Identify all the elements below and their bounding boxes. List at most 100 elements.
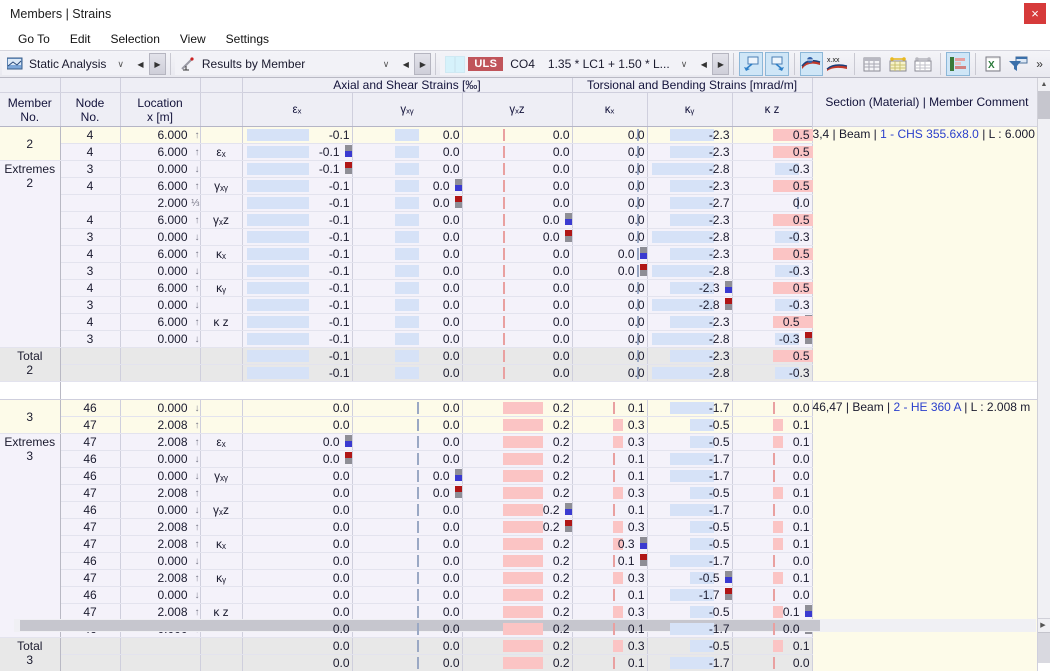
analysis-next-button[interactable]: ▶ <box>149 53 166 75</box>
section-link[interactable]: 1 - CHS 355.6x8.0 <box>880 127 979 141</box>
table-plain-button[interactable] <box>912 52 936 76</box>
table-highlight-button[interactable] <box>886 52 910 76</box>
value-cell: -0.1 <box>242 365 352 382</box>
location-marker-icon: ↓ <box>191 404 200 414</box>
location-cell: 0.000↓ <box>120 468 200 485</box>
value-cell: 0.0 <box>572 314 647 331</box>
location-cell: 6.000↑ <box>120 314 200 331</box>
value-text: 0.0 <box>628 196 647 210</box>
results-type-combo[interactable]: Results by Member ∨ <box>175 53 398 75</box>
filter-button[interactable] <box>1007 52 1031 76</box>
value-bar <box>503 350 505 362</box>
load-case-spinner[interactable]: ◀ ▶ <box>695 53 729 75</box>
member-no-cell: 3 <box>0 400 60 434</box>
table-row[interactable]: 3460.000↓0.00.00.20.1-1.70.046,47 | Beam… <box>0 400 1037 417</box>
analysis-prev-button[interactable]: ◀ <box>132 53 149 75</box>
chevron-down-icon[interactable]: ∨ <box>378 59 395 70</box>
node-no-cell: 47 <box>60 519 120 536</box>
value-text: 0.0 <box>628 128 647 142</box>
extreme-max-marker <box>640 537 647 550</box>
member-no-cell: 2 <box>0 127 60 161</box>
header-kappa-z: κ z <box>732 93 812 127</box>
analysis-spinner[interactable]: ◀ ▶ <box>132 53 166 75</box>
results-next-button[interactable]: ▶ <box>414 53 431 75</box>
vertical-scroll-thumb[interactable] <box>1038 91 1050 119</box>
value-cell: -2.7 <box>647 195 732 212</box>
menu-item-selection[interactable]: Selection <box>101 30 170 48</box>
menu-item-edit[interactable]: Edit <box>60 30 101 48</box>
value-text: 0.1 <box>628 401 647 415</box>
value-bar <box>773 521 783 533</box>
value-text: 0.0 <box>333 588 352 602</box>
value-cell: 0.2 <box>462 655 572 671</box>
toolbar-overflow-button[interactable]: » <box>1031 57 1048 71</box>
close-icon[interactable]: × <box>1024 3 1046 24</box>
value-text: 0.0 <box>443 520 462 534</box>
strain-symbol-cell <box>200 195 242 212</box>
location-cell: 6.000↑ <box>120 178 200 195</box>
value-cell: 0.3 <box>572 417 647 434</box>
load-case-combo[interactable]: ULS CO4 1.35 * LC1 + 1.50 * L... ∨ <box>440 53 695 75</box>
value-text: -1.7 <box>709 401 732 415</box>
chevron-down-icon[interactable]: ∨ <box>676 59 693 70</box>
results-spinner[interactable]: ◀ ▶ <box>397 53 431 75</box>
svg-text:X: X <box>988 60 995 71</box>
analysis-type-combo[interactable]: Static Analysis ∨ <box>2 53 132 75</box>
menu-item-settings[interactable]: Settings <box>216 30 279 48</box>
value-cell: 0.0 <box>242 400 352 417</box>
toolbar-divider <box>794 53 795 75</box>
toolbar-divider <box>940 53 941 75</box>
value-text: -2.3 <box>709 128 732 142</box>
show-result-diagram-button[interactable] <box>800 52 824 76</box>
vertical-scrollbar[interactable]: ▲ <box>1037 78 1050 618</box>
color-bars-button[interactable] <box>946 52 970 76</box>
load-case-color-swatch <box>445 56 455 73</box>
load-case-next-button[interactable]: ▶ <box>712 53 729 75</box>
value-cell: 0.1 <box>732 638 812 655</box>
results-prev-button[interactable]: ◀ <box>397 53 414 75</box>
value-bar <box>613 572 623 584</box>
table-row[interactable]: 246.000↑-0.10.00.00.0-2.30.53,4 | Beam |… <box>0 127 1037 144</box>
location-marker-icon: ↑ <box>191 216 200 226</box>
value-bar <box>395 248 419 260</box>
strain-symbol-cell <box>200 331 242 348</box>
location-cell <box>120 638 200 655</box>
value-bar <box>613 555 615 567</box>
menu-item-view[interactable]: View <box>170 30 216 48</box>
undo-view-button[interactable] <box>739 52 763 76</box>
value-cell: 0.0 <box>572 195 647 212</box>
export-excel-button[interactable]: X <box>981 52 1005 76</box>
show-values-button[interactable]: x.xx <box>825 52 849 76</box>
value-text: 0.0 <box>333 486 352 500</box>
value-text: 0.0 <box>628 179 647 193</box>
value-cell: 0.3 <box>572 638 647 655</box>
value-text: 0.2 <box>553 656 572 670</box>
value-text: 0.2 <box>553 435 572 449</box>
value-bar <box>503 470 543 482</box>
table-grid-button[interactable] <box>860 52 884 76</box>
value-cell: 0.0 <box>242 604 352 621</box>
scroll-up-icon[interactable]: ▲ <box>1038 78 1050 91</box>
value-cell: 0.0 <box>732 553 812 570</box>
svg-text:x.xx: x.xx <box>827 57 840 64</box>
value-text: 0.0 <box>443 145 462 159</box>
menu-item-goto[interactable]: Go To <box>8 30 60 48</box>
section-link[interactable]: 2 - HE 360 A <box>893 400 960 414</box>
value-text: 0.0 <box>433 469 452 483</box>
scroll-right-icon[interactable]: ▶ <box>1036 619 1050 632</box>
value-bar <box>503 316 505 328</box>
redo-view-button[interactable] <box>765 52 789 76</box>
value-text: -2.7 <box>709 196 732 210</box>
value-text: 0.0 <box>443 401 462 415</box>
chevron-down-icon[interactable]: ∨ <box>112 59 129 70</box>
strain-symbol-cell: κₓ <box>200 536 242 553</box>
value-bar <box>417 521 419 533</box>
location-cell: 0.000↓ <box>120 263 200 280</box>
value-bar <box>395 163 419 175</box>
node-no-cell: 47 <box>60 417 120 434</box>
value-text: 0.0 <box>783 622 802 636</box>
header-gamma-xz: γₓz <box>462 93 572 127</box>
load-case-prev-button[interactable]: ◀ <box>695 53 712 75</box>
value-bar <box>503 367 505 379</box>
value-text: 0.0 <box>333 639 352 653</box>
